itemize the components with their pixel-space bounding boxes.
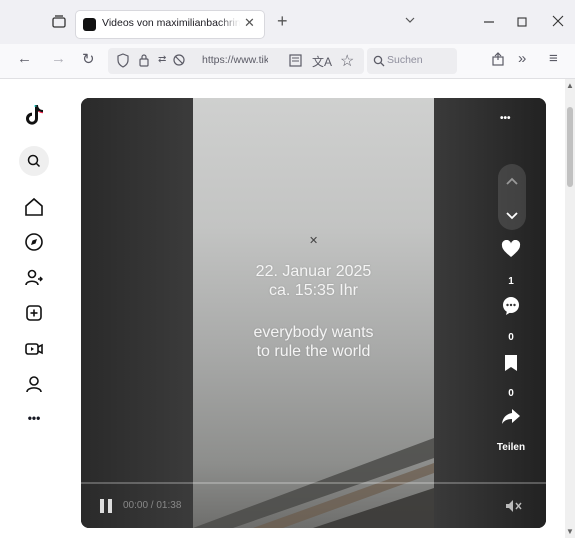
more-icon[interactable]: ••• (22, 411, 46, 435)
tab-bar: Videos von maximilianbachring ✕ + (0, 0, 575, 44)
overlay-date: 22. Januar 2025 (255, 263, 372, 280)
url-text[interactable]: https://www.tik (202, 54, 268, 66)
lock-icon[interactable] (138, 53, 150, 73)
video-progress-bar[interactable] (81, 482, 546, 484)
scroll-down-arrow-icon[interactable]: ▼ (566, 527, 574, 536)
permissions-icon[interactable]: ⇄ (158, 54, 166, 65)
tab-list-icon[interactable] (50, 13, 68, 31)
list-all-tabs-icon[interactable] (404, 13, 416, 29)
shield-icon[interactable] (116, 53, 130, 73)
live-icon[interactable] (22, 338, 46, 362)
upload-icon[interactable] (22, 302, 46, 326)
bookmark-icon[interactable] (496, 354, 526, 377)
extensions-icon[interactable] (491, 51, 505, 72)
page-scrollbar[interactable]: ▲ ▼ (565, 79, 575, 538)
bird-silhouette-icon: ✕ (309, 235, 319, 247)
video-more-button[interactable]: ••• (500, 113, 511, 124)
overlay-caption-line2: to rule the world (256, 343, 371, 360)
video-time: 00:00 / 01:38 (123, 500, 182, 511)
window-frame-graphic (193, 438, 434, 528)
navigation-toolbar: ← → ↻ ⇄ https://www.tik 文A ☆ Suchen » ≡ (0, 44, 575, 79)
page-content: ••• ✕ 22. Januar 2025 ca. 15:35 Ihr ever… (0, 79, 575, 538)
video-blur-right (434, 98, 546, 528)
overlay-time: ca. 15:35 Ihr (269, 282, 358, 299)
share-label[interactable]: Teilen (486, 442, 536, 453)
mute-icon[interactable] (505, 499, 523, 518)
profile-icon[interactable] (22, 373, 46, 397)
share-arrow-icon[interactable] (496, 408, 526, 431)
tab-close-button[interactable]: ✕ (244, 15, 255, 31)
bookmark-count: 0 (508, 388, 514, 399)
video-blur-left (81, 98, 193, 528)
overlay-caption-line1: everybody wants (253, 324, 374, 341)
tab-title: Videos von maximilianbachring (102, 17, 240, 29)
search-icon (373, 54, 385, 72)
search-circle-button[interactable] (19, 146, 49, 176)
comment-icon[interactable] (496, 296, 526, 321)
reload-icon[interactable]: ↻ (82, 50, 95, 68)
next-video-button[interactable] (498, 203, 526, 232)
forward-icon[interactable]: → (51, 50, 66, 67)
new-tab-button[interactable]: + (277, 11, 288, 32)
tiktok-favicon-icon (83, 18, 96, 31)
reader-view-icon[interactable] (288, 53, 303, 73)
tiktok-logo-icon[interactable] (22, 103, 46, 127)
previous-video-button[interactable] (498, 170, 526, 199)
pause-icon[interactable] (99, 498, 113, 519)
scroll-up-arrow-icon[interactable]: ▲ (566, 81, 574, 90)
scrollbar-thumb[interactable] (567, 107, 573, 187)
search-bar[interactable]: Suchen (367, 48, 457, 74)
tab-active[interactable]: Videos von maximilianbachring ✕ (76, 11, 264, 38)
home-icon[interactable] (22, 196, 46, 220)
menu-hamburger-icon[interactable]: ≡ (549, 50, 558, 67)
maximize-button[interactable] (517, 15, 528, 31)
explore-icon[interactable] (22, 231, 46, 255)
url-bar[interactable]: ⇄ https://www.tik 文A ☆ (108, 48, 364, 74)
like-count: 1 (508, 276, 514, 287)
translate-icon[interactable]: 文A (312, 53, 332, 70)
following-icon[interactable] (22, 267, 46, 291)
like-heart-icon[interactable] (496, 239, 526, 263)
video-player[interactable]: ✕ 22. Januar 2025 ca. 15:35 Ihr everybod… (81, 98, 546, 528)
overflow-chevron-icon[interactable]: » (518, 50, 526, 67)
minimize-button[interactable] (483, 10, 495, 33)
search-placeholder: Suchen (387, 54, 423, 66)
video-frame[interactable]: ✕ (193, 98, 434, 528)
close-window-button[interactable] (552, 14, 564, 30)
comment-count: 0 (508, 332, 514, 343)
back-icon[interactable]: ← (17, 50, 32, 67)
bookmark-star-icon[interactable]: ☆ (340, 51, 354, 71)
tracking-protection-icon[interactable] (172, 53, 186, 72)
